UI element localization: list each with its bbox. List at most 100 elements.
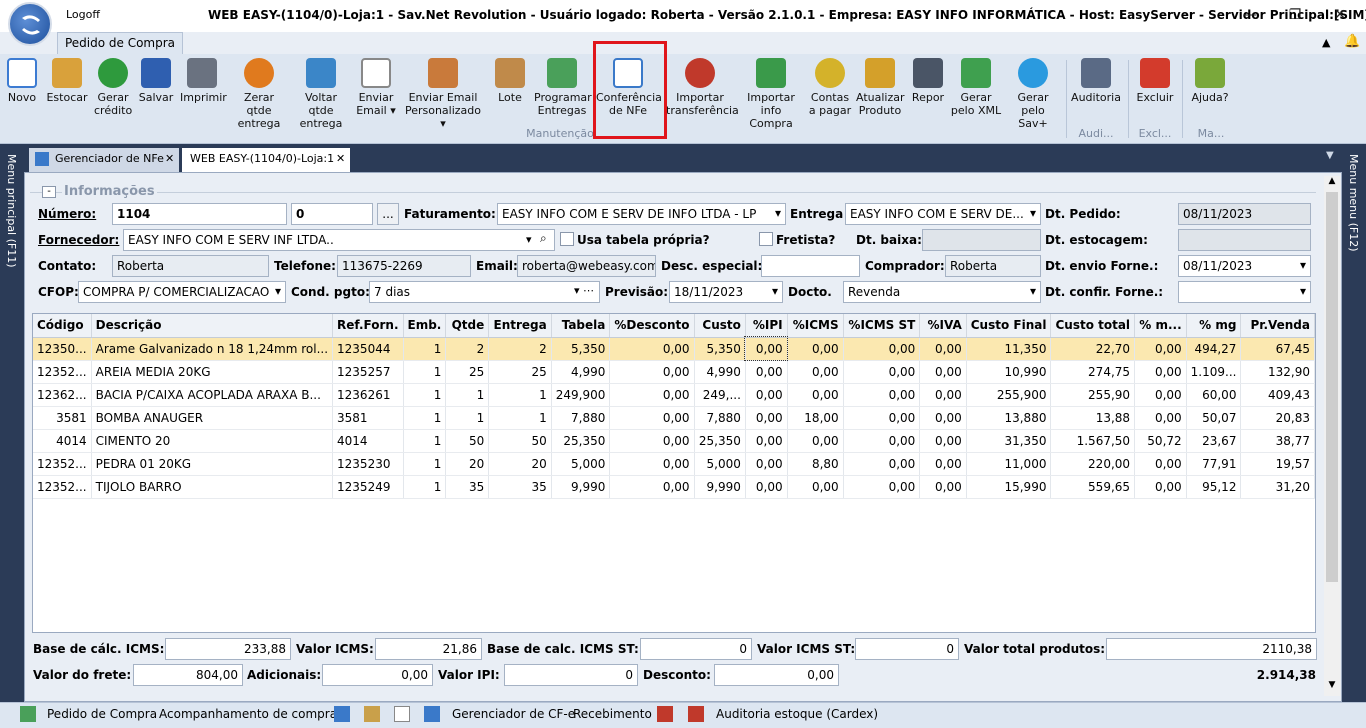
table-cell[interactable]: 0,00	[609, 429, 695, 453]
telefone-field[interactable]: 113675-2269	[337, 255, 471, 277]
right-menu-bar[interactable]: Menu menu (F12)	[1342, 144, 1366, 702]
contato-field[interactable]: Roberta	[112, 255, 269, 277]
column-header[interactable]: % mg	[1186, 314, 1242, 338]
enviar-email-personalizado-button[interactable]: Enviar Email Personalizado ▾	[402, 58, 484, 130]
table-cell[interactable]: 0,00	[744, 336, 789, 361]
table-cell[interactable]: 409,43	[1240, 383, 1315, 407]
table-cell[interactable]: 249,900	[551, 383, 611, 407]
column-header[interactable]: %ICMS ST	[843, 314, 921, 338]
fornecedor-field[interactable]: EASY INFO COM E SERV INF LTDA..	[123, 229, 555, 251]
usa-tabela-checkbox[interactable]	[560, 232, 574, 246]
tab-gerenciador-nfe[interactable]: Gerenciador de NFe ✕	[29, 148, 179, 172]
table-cell[interactable]: 5,000	[551, 452, 611, 476]
status-auditoria-estoque[interactable]: Auditoria estoque (Cardex)	[716, 707, 878, 721]
table-cell[interactable]: 4,990	[551, 360, 611, 384]
repor-button[interactable]: Repor	[910, 58, 946, 104]
table-cell[interactable]: 7,880	[551, 406, 611, 430]
atualizar-produto-button[interactable]: Atualizar Produto	[856, 58, 905, 117]
table-cell[interactable]: BOMBA ANAUGER	[91, 406, 334, 430]
table-cell[interactable]: 95,12	[1186, 475, 1242, 499]
table-cell[interactable]: 38,77	[1240, 429, 1315, 453]
table-cell[interactable]: 3581	[33, 406, 92, 430]
column-header[interactable]: Código	[33, 314, 92, 338]
table-cell[interactable]: 0,00	[745, 406, 788, 430]
table-cell[interactable]: 12362...	[33, 383, 92, 407]
table-row[interactable]: 12362... BACIA P/CAIXA ACOPLADA ARAXA B..…	[33, 383, 1315, 407]
scroll-thumb[interactable]	[1326, 192, 1338, 582]
table-cell[interactable]: 50	[488, 429, 552, 453]
table-cell[interactable]: 35	[445, 475, 490, 499]
desc-especial-field[interactable]	[761, 255, 860, 277]
salvar-button[interactable]: Salvar	[138, 58, 174, 104]
gerar-pelo-xml-button[interactable]: Gerar pelo XML	[950, 58, 1002, 117]
cond-pgto-menu-icon[interactable]: ▾ ⋯	[574, 284, 594, 297]
table-cell[interactable]: 20	[445, 452, 490, 476]
table-cell[interactable]: 0,00	[787, 475, 844, 499]
table-cell[interactable]: 0,00	[609, 475, 695, 499]
table-cell[interactable]: 5,350	[551, 337, 611, 361]
table-cell[interactable]: 1	[488, 406, 552, 430]
menu-principal-label[interactable]: Menu principal (F11)	[5, 154, 18, 268]
valor-icms-st-field[interactable]: 0	[855, 638, 959, 660]
table-cell[interactable]: 15,990	[966, 475, 1052, 499]
table-cell[interactable]: 4014	[33, 429, 92, 453]
table-cell[interactable]: 20,83	[1240, 406, 1315, 430]
table-cell[interactable]: 0,00	[609, 337, 695, 361]
valor-frete-field[interactable]: 804,00	[133, 664, 243, 686]
table-cell[interactable]: 50	[445, 429, 490, 453]
column-header[interactable]: Emb.	[403, 314, 447, 338]
table-cell[interactable]: 1	[403, 429, 447, 453]
table-cell[interactable]: 2	[488, 337, 552, 361]
dt-confir-field[interactable]	[1178, 281, 1311, 303]
cond-pgto-select[interactable]: 7 dias	[369, 281, 600, 303]
menu-menu-label[interactable]: Menu menu (F12)	[1347, 154, 1360, 252]
table-cell[interactable]: 50,07	[1186, 406, 1242, 430]
gerar-pelo-savplus-button[interactable]: Gerar pelo Sav+	[1006, 58, 1060, 130]
contas-a-pagar-button[interactable]: Contas a pagar	[808, 58, 852, 117]
table-cell[interactable]: 7,880	[694, 406, 746, 430]
table-cell[interactable]: 31,20	[1240, 475, 1315, 499]
table-cell[interactable]: 11,350	[966, 337, 1052, 361]
table-cell[interactable]: TIJOLO BARRO	[91, 475, 334, 499]
table-cell[interactable]: 0,00	[919, 429, 967, 453]
table-cell[interactable]: 77,91	[1186, 452, 1242, 476]
table-cell[interactable]: 0,00	[1134, 383, 1187, 407]
collapse-section-button[interactable]: -	[42, 186, 56, 198]
table-cell[interactable]: 0,00	[609, 360, 695, 384]
table-cell[interactable]: 0,00	[843, 406, 921, 430]
tab-list-chevron-icon[interactable]: ▼	[1326, 150, 1334, 161]
table-cell[interactable]: 3581	[332, 406, 404, 430]
app-logo[interactable]	[8, 2, 52, 46]
table-cell[interactable]: 1235257	[332, 360, 404, 384]
add-doc-icon[interactable]	[334, 706, 350, 722]
column-header[interactable]: %IPI	[745, 314, 788, 338]
table-cell[interactable]: 12352...	[33, 360, 92, 384]
table-cell[interactable]: PEDRA 01 20KG	[91, 452, 334, 476]
column-header[interactable]: Qtde	[445, 314, 490, 338]
table-cell[interactable]: 0,00	[919, 475, 967, 499]
table-cell[interactable]: 12350...	[33, 337, 92, 361]
table-cell[interactable]: 132,90	[1240, 360, 1315, 384]
gerar-credito-button[interactable]: Gerar crédito	[94, 58, 132, 117]
table-cell[interactable]: 1235044	[332, 337, 404, 361]
search-icon[interactable]: ⌕	[540, 231, 547, 246]
voltar-qtde-entrega-button[interactable]: Voltar qtde entrega	[292, 58, 350, 130]
status-recebimento[interactable]: Recebimento	[573, 707, 652, 721]
table-cell[interactable]: 0,00	[919, 383, 967, 407]
numero-lookup-button[interactable]: ...	[377, 203, 399, 225]
table-cell[interactable]: 10,990	[966, 360, 1052, 384]
table-cell[interactable]: 18,00	[787, 406, 844, 430]
table-cell[interactable]: 25,350	[694, 429, 746, 453]
ajuda-button[interactable]: Ajuda?	[1188, 58, 1232, 104]
table-cell[interactable]: 559,65	[1050, 475, 1136, 499]
table-cell[interactable]: 1235249	[332, 475, 404, 499]
imprimir-button[interactable]: Imprimir	[180, 58, 227, 104]
column-header[interactable]: Custo Final	[966, 314, 1052, 338]
table-cell[interactable]: 0,00	[787, 429, 844, 453]
table-cell[interactable]: 1	[445, 383, 490, 407]
table-cell[interactable]: 0,00	[843, 383, 921, 407]
table-cell[interactable]: 255,900	[966, 383, 1052, 407]
numero-field[interactable]: 1104	[112, 203, 287, 225]
table-cell[interactable]: 1	[445, 406, 490, 430]
table-cell[interactable]: 67,45	[1240, 337, 1315, 361]
